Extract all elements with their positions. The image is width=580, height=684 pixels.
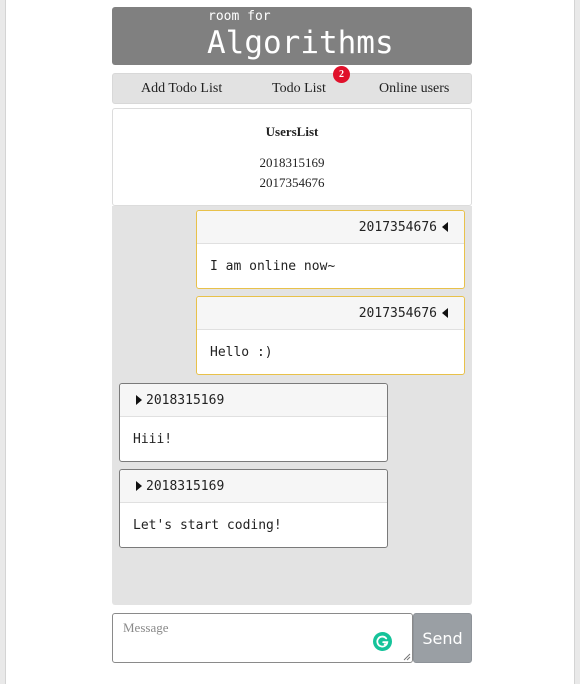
- message-header: 2017354676: [197, 211, 464, 244]
- room-title: Algorithms: [207, 25, 394, 61]
- nav-todo-list[interactable]: Todo List: [272, 74, 326, 103]
- caret-left-icon: [442, 222, 448, 232]
- message-input[interactable]: [112, 613, 413, 663]
- message-card: 2018315169 Hiii!: [119, 383, 388, 462]
- room-subtitle: room for: [208, 9, 271, 24]
- caret-left-icon: [442, 308, 448, 318]
- caret-right-icon: [136, 395, 142, 405]
- nav-add-todo-list[interactable]: Add Todo List: [141, 74, 222, 103]
- user-list-item: 2017354676: [259, 175, 325, 190]
- message-card: 2017354676 Hello :): [196, 296, 465, 375]
- message-header: 2018315169: [120, 384, 387, 417]
- message-sender: 2017354676: [358, 220, 437, 235]
- users-list-heading: UsersList: [265, 124, 319, 139]
- users-list-panel: UsersList 2018315169 2017354676: [112, 108, 472, 206]
- message-card: 2018315169 Let's start coding!: [119, 469, 388, 548]
- message-text: Let's start coding!: [133, 518, 282, 533]
- user-list-item: 2018315169: [259, 155, 325, 170]
- message-sender: 2018315169: [146, 479, 225, 494]
- resize-grip-icon[interactable]: [403, 653, 411, 661]
- message-text: I am online now~: [210, 259, 336, 274]
- message-text: Hello :): [210, 345, 273, 360]
- nav-bar: Add Todo List Todo List Online users: [112, 73, 472, 104]
- send-button[interactable]: Send: [413, 613, 472, 663]
- nav-online-users[interactable]: Online users: [379, 74, 449, 103]
- chat-area[interactable]: 2017354676 I am online now~ 2017354676 H…: [112, 206, 472, 605]
- message-card: 2017354676 I am online now~: [196, 210, 465, 289]
- caret-right-icon: [136, 481, 142, 491]
- grammarly-icon[interactable]: [373, 632, 392, 651]
- message-sender: 2018315169: [146, 393, 225, 408]
- message-composer: [112, 613, 413, 663]
- room-header: room for Algorithms: [112, 7, 472, 65]
- message-header: 2018315169: [120, 470, 387, 503]
- message-sender: 2017354676: [358, 306, 437, 321]
- online-users-badge: 2: [333, 66, 350, 83]
- message-text: Hiii!: [133, 432, 173, 447]
- message-header: 2017354676: [197, 297, 464, 330]
